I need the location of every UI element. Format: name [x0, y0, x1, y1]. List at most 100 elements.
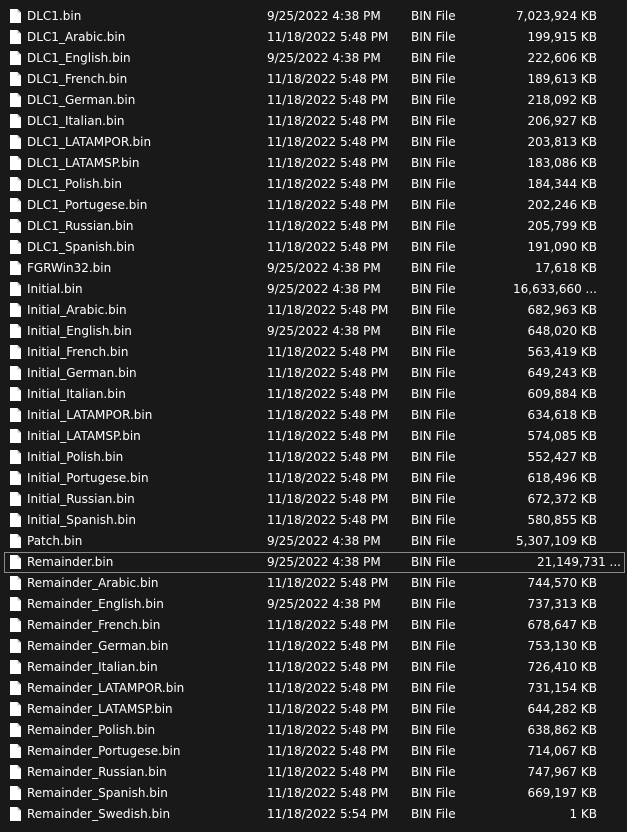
file-row[interactable]: Initial_LATAMPOR.bin 11/18/2022 5:48 PM …	[0, 405, 627, 426]
file-row[interactable]: DLC1.bin 9/25/2022 4:38 PM BIN File 7,02…	[0, 6, 627, 27]
file-name: Initial_German.bin	[27, 366, 137, 380]
file-icon	[10, 429, 21, 443]
file-type: BIN File	[411, 744, 456, 758]
file-row[interactable]: Initial_LATAMSP.bin 11/18/2022 5:48 PM B…	[0, 426, 627, 447]
file-icon	[10, 387, 21, 401]
file-name: DLC1_German.bin	[27, 93, 136, 107]
file-row[interactable]: Remainder_Portugese.bin 11/18/2022 5:48 …	[0, 741, 627, 762]
file-row[interactable]: DLC1_Arabic.bin 11/18/2022 5:48 PM BIN F…	[0, 27, 627, 48]
file-icon	[10, 135, 21, 149]
file-icon	[10, 9, 21, 23]
file-type: BIN File	[411, 555, 456, 569]
file-name: Remainder_LATAMSP.bin	[27, 702, 173, 716]
file-icon	[10, 177, 21, 191]
file-size: 205,799 KB	[527, 219, 597, 233]
file-row[interactable]: Initial_Portugese.bin 11/18/2022 5:48 PM…	[0, 468, 627, 489]
file-type: BIN File	[411, 177, 456, 191]
file-date-modified: 11/18/2022 5:48 PM	[267, 618, 389, 632]
file-row[interactable]: Remainder_LATAMSP.bin 11/18/2022 5:48 PM…	[0, 699, 627, 720]
file-type: BIN File	[411, 366, 456, 380]
file-size: 552,427 KB	[527, 450, 597, 464]
file-row[interactable]: Initial_English.bin 9/25/2022 4:38 PM BI…	[0, 321, 627, 342]
file-icon	[10, 660, 21, 674]
file-size: 649,243 KB	[527, 366, 597, 380]
file-date-modified: 9/25/2022 4:38 PM	[267, 282, 381, 296]
file-row[interactable]: DLC1_German.bin 11/18/2022 5:48 PM BIN F…	[0, 90, 627, 111]
file-row[interactable]: DLC1_Portugese.bin 11/18/2022 5:48 PM BI…	[0, 195, 627, 216]
file-name: DLC1_Arabic.bin	[27, 30, 126, 44]
file-type: BIN File	[411, 156, 456, 170]
file-row[interactable]: Initial_Arabic.bin 11/18/2022 5:48 PM BI…	[0, 300, 627, 321]
file-size: 222,606 KB	[527, 51, 597, 65]
file-date-modified: 11/18/2022 5:48 PM	[267, 660, 389, 674]
file-date-modified: 9/25/2022 4:38 PM	[267, 324, 381, 338]
file-row[interactable]: Remainder_LATAMPOR.bin 11/18/2022 5:48 P…	[0, 678, 627, 699]
file-size: 202,246 KB	[527, 198, 597, 212]
file-type: BIN File	[411, 660, 456, 674]
file-size: 199,915 KB	[527, 30, 597, 44]
file-row[interactable]: DLC1_Italian.bin 11/18/2022 5:48 PM BIN …	[0, 111, 627, 132]
file-size: 206,927 KB	[527, 114, 597, 128]
file-name: Patch.bin	[27, 534, 83, 548]
file-icon	[10, 807, 21, 821]
file-row[interactable]: DLC1_English.bin 9/25/2022 4:38 PM BIN F…	[0, 48, 627, 69]
file-row[interactable]: Initial.bin 9/25/2022 4:38 PM BIN File 1…	[0, 279, 627, 300]
file-size: 191,090 KB	[527, 240, 597, 254]
file-row[interactable]: DLC1_Russian.bin 11/18/2022 5:48 PM BIN …	[0, 216, 627, 237]
file-icon	[10, 450, 21, 464]
file-date-modified: 11/18/2022 5:48 PM	[267, 93, 389, 107]
file-type: BIN File	[411, 702, 456, 716]
file-row[interactable]: Initial_Polish.bin 11/18/2022 5:48 PM BI…	[0, 447, 627, 468]
file-icon	[10, 366, 21, 380]
file-row[interactable]: Remainder_Polish.bin 11/18/2022 5:48 PM …	[0, 720, 627, 741]
file-name: Initial_Spanish.bin	[27, 513, 136, 527]
file-date-modified: 11/18/2022 5:48 PM	[267, 240, 389, 254]
file-type: BIN File	[411, 114, 456, 128]
file-row[interactable]: Remainder_French.bin 11/18/2022 5:48 PM …	[0, 615, 627, 636]
file-type: BIN File	[411, 9, 456, 23]
file-type: BIN File	[411, 576, 456, 590]
file-name: Remainder_German.bin	[27, 639, 169, 653]
file-row[interactable]: Initial_Russian.bin 11/18/2022 5:48 PM B…	[0, 489, 627, 510]
file-row[interactable]: Initial_French.bin 11/18/2022 5:48 PM BI…	[0, 342, 627, 363]
file-row[interactable]: DLC1_French.bin 11/18/2022 5:48 PM BIN F…	[0, 69, 627, 90]
file-size: 731,154 KB	[527, 681, 597, 695]
file-row[interactable]: DLC1_Spanish.bin 11/18/2022 5:48 PM BIN …	[0, 237, 627, 258]
file-row[interactable]: Remainder_Arabic.bin 11/18/2022 5:48 PM …	[0, 573, 627, 594]
file-type: BIN File	[411, 786, 456, 800]
file-type: BIN File	[411, 324, 456, 338]
file-row[interactable]: FGRWin32.bin 9/25/2022 4:38 PM BIN File …	[0, 258, 627, 279]
file-size: 183,086 KB	[527, 156, 597, 170]
file-icon	[10, 534, 21, 548]
file-name: DLC1_Russian.bin	[27, 219, 134, 233]
file-row[interactable]: Patch.bin 9/25/2022 4:38 PM BIN File 5,3…	[0, 531, 627, 552]
file-row[interactable]: DLC1_LATAMSP.bin 11/18/2022 5:48 PM BIN …	[0, 153, 627, 174]
file-type: BIN File	[411, 93, 456, 107]
file-row[interactable]: DLC1_LATAMPOR.bin 11/18/2022 5:48 PM BIN…	[0, 132, 627, 153]
file-icon	[10, 156, 21, 170]
file-row[interactable]: Remainder.bin 9/25/2022 4:38 PM BIN File…	[4, 552, 625, 573]
file-row[interactable]: Remainder_German.bin 11/18/2022 5:48 PM …	[0, 636, 627, 657]
file-size: 682,963 KB	[527, 303, 597, 317]
file-type: BIN File	[411, 639, 456, 653]
file-row[interactable]: Remainder_English.bin 9/25/2022 4:38 PM …	[0, 594, 627, 615]
file-name: DLC1_French.bin	[27, 72, 128, 86]
file-row[interactable]: Initial_German.bin 11/18/2022 5:48 PM BI…	[0, 363, 627, 384]
file-row[interactable]: Remainder_Russian.bin 11/18/2022 5:48 PM…	[0, 762, 627, 783]
file-row[interactable]: Initial_Spanish.bin 11/18/2022 5:48 PM B…	[0, 510, 627, 531]
file-date-modified: 11/18/2022 5:48 PM	[267, 765, 389, 779]
file-date-modified: 11/18/2022 5:48 PM	[267, 30, 389, 44]
file-row[interactable]: Remainder_Italian.bin 11/18/2022 5:48 PM…	[0, 657, 627, 678]
file-date-modified: 11/18/2022 5:48 PM	[267, 639, 389, 653]
file-date-modified: 11/18/2022 5:48 PM	[267, 387, 389, 401]
file-date-modified: 11/18/2022 5:48 PM	[267, 366, 389, 380]
file-size: 744,570 KB	[527, 576, 597, 590]
file-row[interactable]: Remainder_Spanish.bin 11/18/2022 5:48 PM…	[0, 783, 627, 804]
file-row[interactable]: Initial_Italian.bin 11/18/2022 5:48 PM B…	[0, 384, 627, 405]
file-type: BIN File	[411, 303, 456, 317]
file-icon	[10, 492, 21, 506]
file-name: Remainder_Spanish.bin	[27, 786, 168, 800]
file-row[interactable]: DLC1_Polish.bin 11/18/2022 5:48 PM BIN F…	[0, 174, 627, 195]
file-row[interactable]: Remainder_Swedish.bin 11/18/2022 5:54 PM…	[0, 804, 627, 825]
file-list: DLC1.bin 9/25/2022 4:38 PM BIN File 7,02…	[0, 0, 627, 832]
